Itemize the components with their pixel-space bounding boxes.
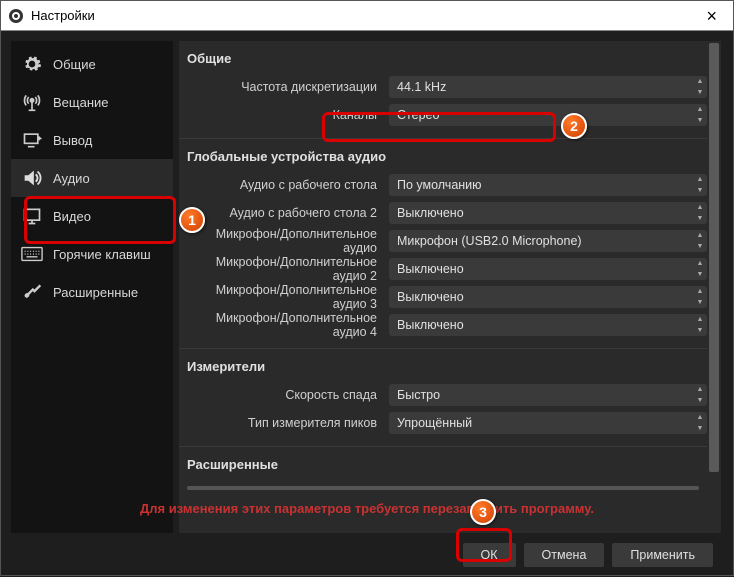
section-title-devices: Глобальные устройства аудио — [179, 145, 707, 170]
spinner-icon[interactable]: ▲▼ — [693, 314, 707, 336]
select-mic-aux-2[interactable]: Выключено▲▼ — [389, 258, 707, 280]
cancel-button[interactable]: Отмена — [524, 543, 605, 567]
label-sample-rate: Частота дискретизации — [179, 80, 389, 94]
sidebar-item-label: Видео — [53, 209, 91, 224]
select-sample-rate[interactable]: 44.1 kHz▲▼ — [389, 76, 707, 98]
spinner-icon[interactable]: ▲▼ — [693, 258, 707, 280]
scrollbar[interactable] — [709, 43, 719, 531]
sidebar-item-label: Общие — [53, 57, 96, 72]
content-panel: Общие Частота дискретизации 44.1 kHz▲▼ К… — [179, 41, 721, 533]
sidebar-item-audio[interactable]: Аудио — [11, 159, 173, 197]
sidebar-item-advanced[interactable]: Расширенные — [11, 273, 173, 311]
select-mic-aux-3[interactable]: Выключено▲▼ — [389, 286, 707, 308]
sidebar-item-label: Вещание — [53, 95, 109, 110]
spinner-icon[interactable]: ▲▼ — [693, 286, 707, 308]
select-mic-aux-4[interactable]: Выключено▲▼ — [389, 314, 707, 336]
sidebar-item-output[interactable]: Вывод — [11, 121, 173, 159]
select-desktop-audio[interactable]: По умолчанию▲▼ — [389, 174, 707, 196]
spinner-icon[interactable]: ▲▼ — [693, 384, 707, 406]
warning-text: Для изменения этих параметров требуется … — [21, 501, 713, 516]
label-mic-aux-4: Микрофон/Дополнительное аудио 4 — [179, 311, 389, 339]
divider — [187, 486, 699, 490]
broadcast-icon — [21, 91, 43, 113]
label-peak: Тип измерителя пиков — [179, 416, 389, 430]
select-desktop-audio-2[interactable]: Выключено▲▼ — [389, 202, 707, 224]
spinner-icon[interactable]: ▲▼ — [693, 76, 707, 98]
label-mic-aux-3: Микрофон/Дополнительное аудио 3 — [179, 283, 389, 311]
spinner-icon[interactable]: ▲▼ — [693, 174, 707, 196]
section-title-advanced: Расширенные — [179, 453, 707, 478]
spinner-icon[interactable]: ▲▼ — [693, 202, 707, 224]
select-peak[interactable]: Упрощённый▲▼ — [389, 412, 707, 434]
titlebar: Настройки × — [1, 1, 733, 31]
select-mic-aux[interactable]: Микрофон (USB2.0 Microphone)▲▼ — [389, 230, 707, 252]
ok-button[interactable]: ОК — [463, 543, 516, 567]
footer: Для изменения этих параметров требуется … — [1, 533, 733, 577]
output-icon — [21, 129, 43, 151]
sidebar-item-stream[interactable]: Вещание — [11, 83, 173, 121]
obs-icon — [9, 9, 23, 23]
label-mic-aux-2: Микрофон/Дополнительное аудио 2 — [179, 255, 389, 283]
spinner-icon[interactable]: ▲▼ — [693, 104, 707, 126]
sidebar-item-label: Горячие клавиш — [53, 247, 151, 262]
scrollbar-thumb[interactable] — [709, 43, 719, 472]
spinner-icon[interactable]: ▲▼ — [693, 412, 707, 434]
label-channels: Каналы — [179, 108, 389, 122]
sidebar-item-hotkeys[interactable]: Горячие клавиш — [11, 235, 173, 273]
sidebar: Общие Вещание Вывод Аудио Видео Горячие … — [11, 41, 173, 533]
sidebar-item-label: Вывод — [53, 133, 92, 148]
sidebar-item-general[interactable]: Общие — [11, 45, 173, 83]
label-decay: Скорость спада — [179, 388, 389, 402]
sidebar-item-label: Расширенные — [53, 285, 138, 300]
speaker-icon — [21, 167, 43, 189]
apply-button[interactable]: Применить — [612, 543, 713, 567]
sidebar-item-label: Аудио — [53, 171, 90, 186]
select-decay[interactable]: Быстро▲▼ — [389, 384, 707, 406]
gear-icon — [21, 53, 43, 75]
sidebar-item-video[interactable]: Видео — [11, 197, 173, 235]
close-icon[interactable]: × — [698, 7, 725, 25]
keyboard-icon — [21, 243, 43, 265]
select-channels[interactable]: Стерео▲▼ — [389, 104, 707, 126]
monitor-icon — [21, 205, 43, 227]
section-title-general: Общие — [179, 47, 707, 72]
label-desktop-audio-2: Аудио с рабочего стола 2 — [179, 206, 389, 220]
section-title-meters: Измерители — [179, 355, 707, 380]
window-title: Настройки — [31, 8, 95, 23]
label-desktop-audio: Аудио с рабочего стола — [179, 178, 389, 192]
spinner-icon[interactable]: ▲▼ — [693, 230, 707, 252]
label-mic-aux: Микрофон/Дополнительное аудио — [179, 227, 389, 255]
tools-icon — [21, 281, 43, 303]
